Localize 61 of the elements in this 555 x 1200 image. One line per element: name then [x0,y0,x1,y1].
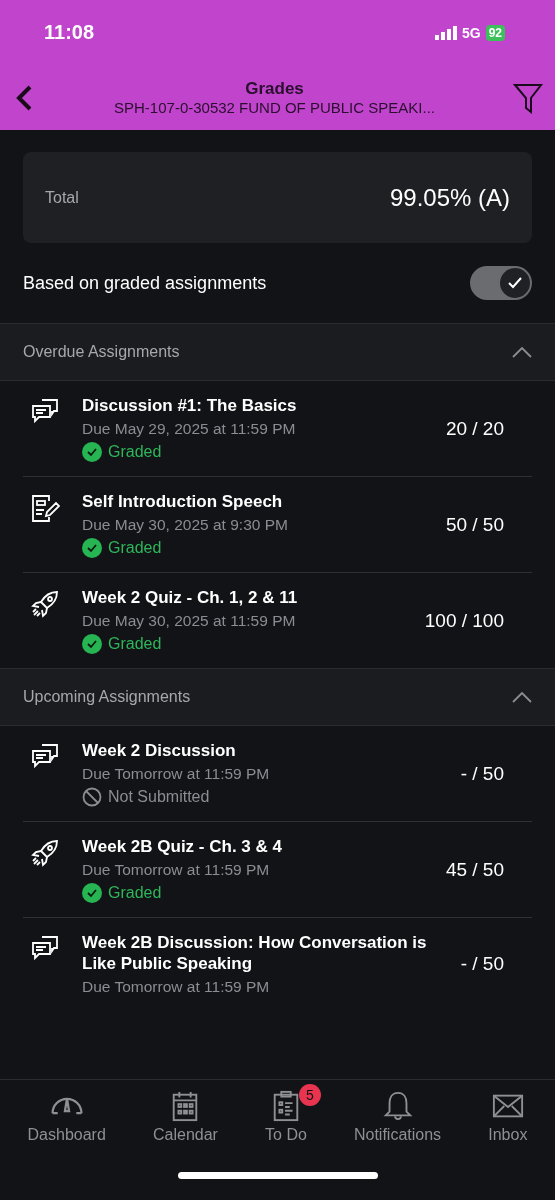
assignment-title: Week 2 Quiz - Ch. 1, 2 & 11 [82,587,299,608]
status-label: Graded [108,635,162,653]
total-grade: 99.05% (A) [389,183,510,212]
due-date: Due Tomorrow at 11:59 PM [82,978,271,996]
due-date: Due Tomorrow at 11:59 PM [82,765,271,783]
rocket-icon [30,838,60,868]
tab-bar-item[interactable]: Calendar [138,1084,232,1144]
count-badge: 5 [298,1084,321,1106]
status-time: 11:08 [44,21,95,44]
rocket-icon [30,589,60,619]
check-circle-icon [82,634,102,654]
score: - / 50 [460,953,504,975]
total-label: Total [45,188,79,207]
status-label: Graded [108,443,162,461]
status-label: Not Submitted [108,788,210,806]
tab-bar-item[interactable]: Notifications [339,1084,456,1144]
tab-bar-item[interactable]: Inbox [474,1084,542,1144]
score: 20 / 20 [445,417,504,440]
assignment-row[interactable]: Self Introduction Speech Due May 30, 2025 at 9:30 PM Graded 50 / 50 [23,477,532,573]
assignment-title: Week 2 Discussion [82,740,237,761]
section-title: Upcoming Assignments [23,688,191,706]
section-title: Overdue Assignments [23,343,180,361]
status-label: Graded [108,539,162,557]
check-icon [507,276,523,290]
due-date: Due May 29, 2025 at 11:59 PM [82,420,297,438]
signal-icon [434,25,457,40]
prohibited-icon [82,787,102,807]
course-subtitle: SPH-107-0-30532 FUND OF PUBLIC SPEAKI... [114,99,435,116]
check-circle-icon [82,442,102,462]
assignment-row[interactable]: Week 2 Quiz - Ch. 1, 2 & 11 Due May 30, 2025 at 11:59 PM Graded 100 / 100 [23,573,532,668]
due-date: Due Tomorrow at 11:59 PM [82,861,271,879]
tab-bar-item[interactable]: To Do 5 [251,1084,321,1144]
gauge-icon [50,1097,83,1115]
due-date: Due May 30, 2025 at 11:59 PM [82,612,297,630]
toggle-switch[interactable] [470,266,532,300]
assignment-title: Self Introduction Speech [82,491,284,512]
check-circle-icon [82,883,102,903]
assignment-title: Week 2B Quiz - Ch. 3 & 4 [82,836,283,857]
score: 100 / 100 [424,609,504,632]
assignment-row[interactable]: Discussion #1: The Basics Due May 29, 2025 at 11:59 PM Graded 20 / 20 [23,381,532,477]
bell-icon [381,1090,414,1122]
network-label: 5G [461,24,481,41]
document-pencil-icon [30,493,60,523]
status-label: Graded [108,884,162,902]
section-header[interactable]: Overdue Assignments [0,323,555,381]
tab-bar-item[interactable]: Dashboard [13,1084,120,1144]
due-date: Due May 30, 2025 at 9:30 PM [82,516,289,534]
page-title: Grades [245,79,304,99]
assignment-row[interactable]: Week 2B Discussion: How Conversation is Like Public Speaking Due Tomorrow at 11:59 PM - / 50 [23,918,532,1010]
assignment-row[interactable]: Week 2 Discussion Due Tomorrow at 11:59 PM Not Submitted - / 50 [23,726,532,822]
score: 45 / 50 [445,858,504,881]
filter-icon[interactable] [513,81,543,114]
assignment-row[interactable]: Week 2B Quiz - Ch. 3 & 4 Due Tomorrow at 11:59 PM Graded 45 / 50 [23,822,532,918]
score: 50 / 50 [445,513,504,536]
score: - / 50 [460,762,504,785]
check-circle-icon [82,538,102,558]
section-header[interactable]: Upcoming Assignments [0,668,555,726]
assignment-title: Discussion #1: The Basics [82,395,298,416]
assignment-title: Week 2B Discussion: How Conversation is Like Public Speaking [82,932,428,974]
battery-indicator: 92 [485,24,505,41]
toggle-label: Based on graded assignments [23,272,267,294]
